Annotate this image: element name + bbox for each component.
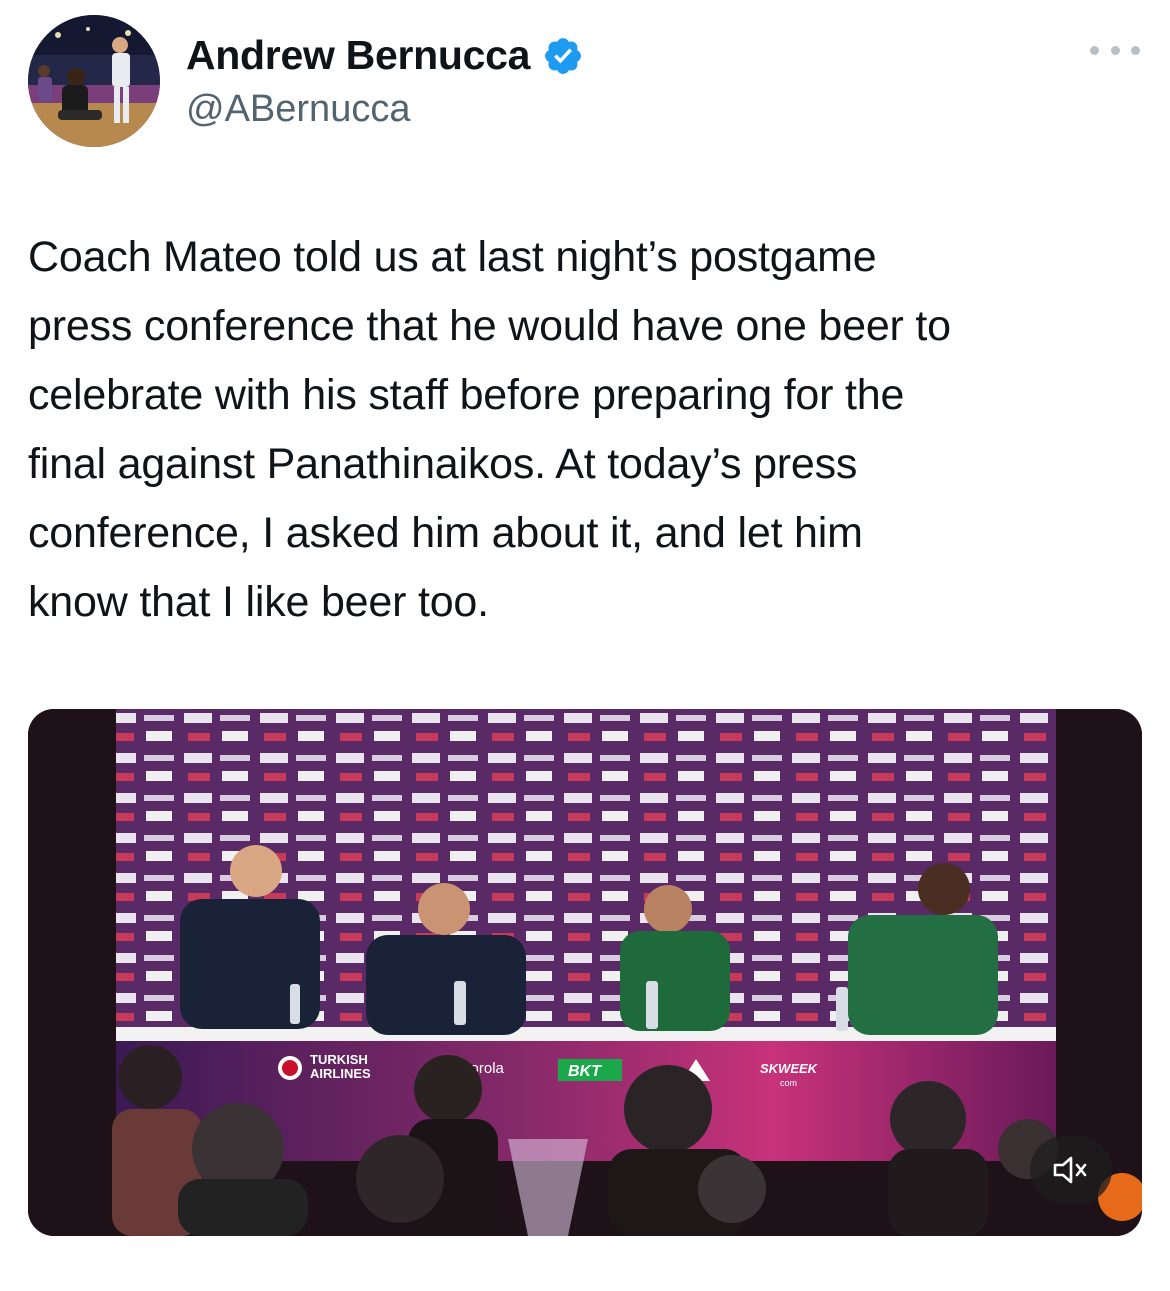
more-dot: [1131, 45, 1140, 55]
tweet-line: celebrate with his staff before preparin…: [28, 371, 905, 419]
tweet-video[interactable]: TURKISH AIRLINES otorola BKT SKWEEK com: [28, 709, 1142, 1236]
video-frame: TURKISH AIRLINES otorola BKT SKWEEK com: [28, 709, 1142, 1236]
author-name-row[interactable]: Andrew Bernucca: [186, 32, 584, 79]
verified-badge-icon: [545, 37, 582, 74]
tweet-line: conference, I asked him about it, and le…: [28, 509, 863, 557]
author-avatar[interactable]: [28, 15, 160, 147]
tweet-line: final against Panathinaikos. At today’s …: [28, 440, 858, 488]
author-handle[interactable]: @ABernucca: [186, 88, 410, 131]
tweet-line: press conference that he would have one …: [28, 302, 951, 350]
tweet-text: Coach Mateo told us at last night’s post…: [28, 223, 1148, 637]
more-dot: [1090, 45, 1099, 55]
speaker-icon: [1053, 1156, 1087, 1184]
sponsor-text: SKWEEK: [760, 1061, 819, 1076]
volume-muted-icon[interactable]: [1030, 1136, 1112, 1204]
sponsor-text: TURKISH: [310, 1052, 368, 1067]
author-name[interactable]: Andrew Bernucca: [186, 32, 530, 79]
sponsor-text: AIRLINES: [310, 1066, 371, 1081]
tweet-line: Coach Mateo told us at last night’s post…: [28, 233, 877, 281]
sponsor-text: BKT: [568, 1063, 602, 1080]
more-options-icon[interactable]: [1090, 40, 1140, 60]
avatar-photo: [28, 15, 160, 147]
tweet-line: know that I like beer too.: [28, 578, 489, 626]
sponsor-text: com: [780, 1078, 797, 1088]
more-dot: [1110, 45, 1120, 55]
